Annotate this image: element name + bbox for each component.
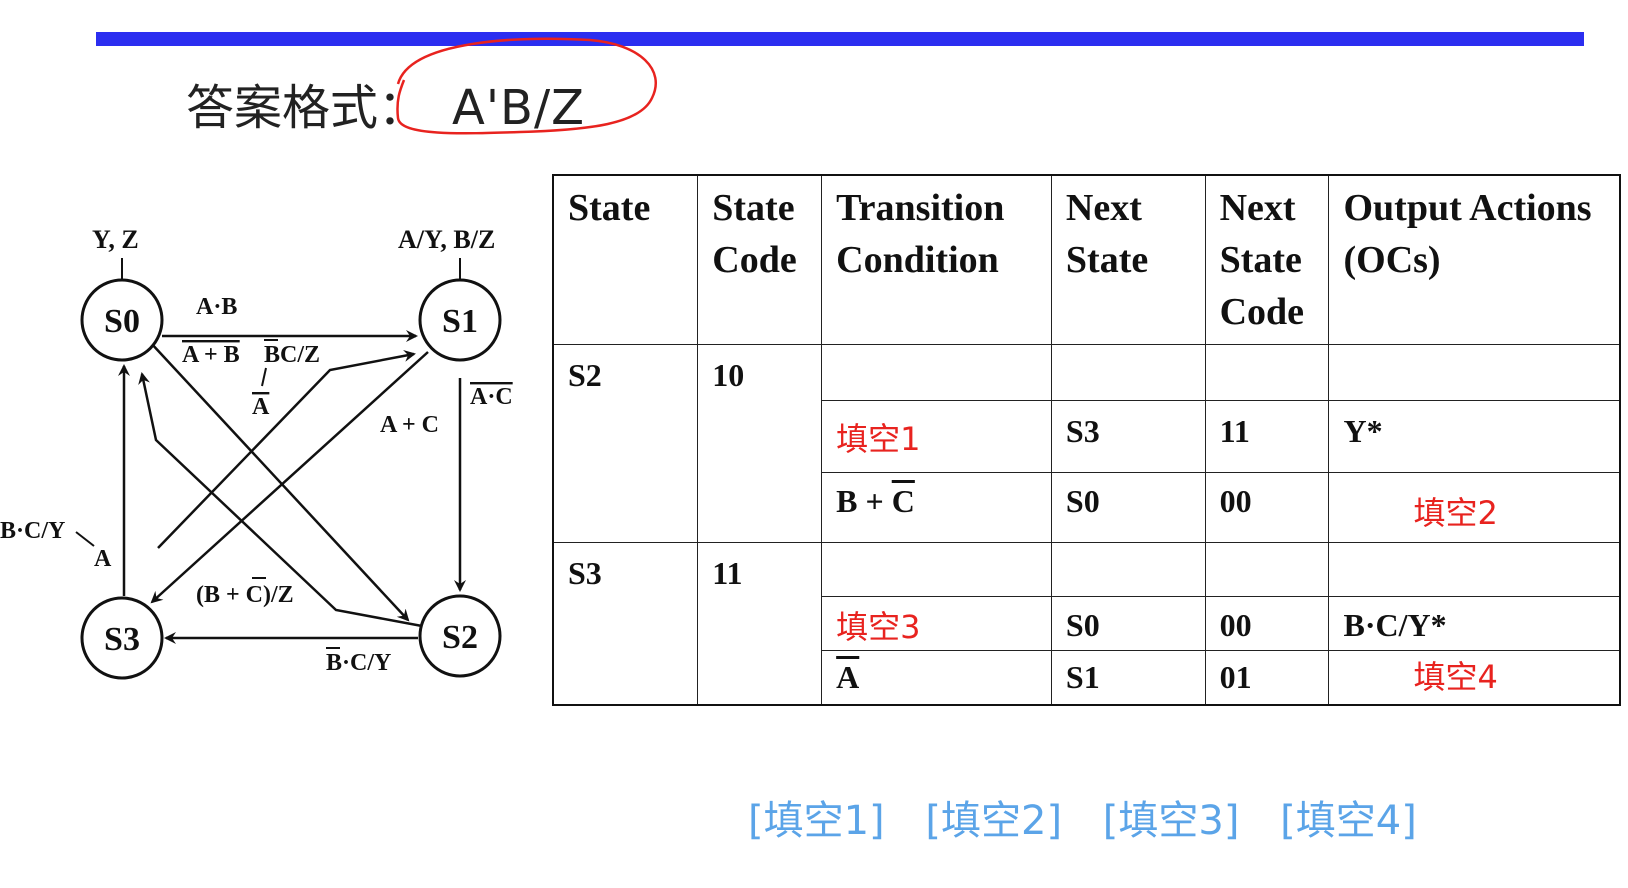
next-state-cell: S0 [1050,472,1206,543]
state-transition-table: State State Code Transition Condition Ne… [552,174,1621,706]
condition-cell [821,344,1052,401]
state-s0: S0 [80,278,164,362]
state-s2: S2 [418,594,502,678]
svg-text:S0: S0 [104,303,140,340]
header-output-actions: Output Actions (OCs) [1328,174,1621,345]
s1-output-label: A/Y, B/Z [398,225,495,254]
label-s3-s0-a: A [94,546,112,572]
svg-text:S1: S1 [442,303,478,340]
header-state-code: State Code [697,174,823,345]
edge-s0-s2 [149,341,410,622]
label-s1-s2: A·C [470,384,513,410]
edge-s3-s1 [157,349,416,549]
blank-answer-4[interactable]: [填空4] [1280,798,1417,844]
header-transition-condition: Transition Condition [821,174,1052,345]
condition-cell [821,542,1052,597]
condition-b: B + [836,483,892,519]
answer-format-value: A'B/Z [452,80,586,136]
next-state-cell: S1 [1050,650,1206,705]
condition-c-bar: C [891,483,915,519]
answer-format: 答案格式： A'B/Z [186,68,585,138]
blank-1-cell[interactable]: 填空1 [821,400,1052,473]
label-s1-s3-tick [261,367,267,387]
header-state: State [552,174,699,345]
next-state-cell: S0 [1050,596,1206,651]
state-s1: S1 [418,278,502,362]
state-code-cell: 11 [697,542,823,705]
table-row: S2 10 [552,344,1621,543]
next-code-cell: 11 [1204,400,1330,473]
table-row: S3 11 [552,542,1621,705]
next-state-cell [1050,542,1206,597]
header-next-state-code: Next State Code [1204,174,1330,345]
label-s3-s0-tick [75,531,95,547]
svg-text:S3: S3 [104,621,140,658]
condition-cell: B + C [821,472,1052,543]
output-cell [1328,344,1621,401]
svg-text:S2: S2 [442,619,478,656]
state-cell: S2 [552,344,699,543]
next-code-cell: 01 [1204,650,1330,705]
s0-output-label: Y, Z [92,225,139,254]
condition-a-bar: A [836,659,860,695]
label-s0-self: A + B [182,342,240,368]
label-s1-s3-a: A [252,394,270,420]
label-s2-s3-b: B·C/Y [326,650,391,676]
output-cell: B·C/Y* [1328,596,1621,651]
next-code-cell [1204,542,1330,597]
state-cell: S3 [552,542,699,705]
table-header-row: State State Code Transition Condition Ne… [552,174,1621,345]
title-bar [96,32,1584,46]
output-cell [1328,542,1621,597]
blank-2-cell[interactable]: 填空2 [1328,472,1621,543]
answer-format-label: 答案格式： [186,80,427,136]
label-s3-s0: B·C/Y [0,518,65,544]
blank-answer-1[interactable]: [填空1] [748,798,885,844]
label-s1-s3-b: A + C [380,412,439,438]
condition-cell: A [821,650,1052,705]
state-code-cell: 10 [697,344,823,543]
next-code-cell: 00 [1204,472,1330,543]
label-s0-s1: A·B [196,294,237,320]
blank-answers: [填空1] [填空2] [填空3] [填空4] [748,788,1445,846]
header-next-state: Next State [1050,174,1206,345]
blank-4-cell[interactable]: 填空4 [1328,650,1621,705]
label-s2-s3: (B + C)/Z [196,582,294,608]
state-diagram: Y, Z A/Y, B/Z S0 S1 S2 S3 A·B A + B BC/Z… [0,225,513,680]
blank-answer-3[interactable]: [填空3] [1103,798,1240,844]
next-state-cell: S3 [1050,400,1206,473]
label-s1-s3: BC/Z [264,342,320,368]
next-code-cell [1204,344,1330,401]
next-state-cell [1050,344,1206,401]
state-s3: S3 [80,596,164,680]
blank-3-cell[interactable]: 填空3 [821,596,1052,651]
next-code-cell: 00 [1204,596,1330,651]
output-cell: Y* [1328,400,1621,473]
blank-answer-2[interactable]: [填空2] [925,798,1062,844]
